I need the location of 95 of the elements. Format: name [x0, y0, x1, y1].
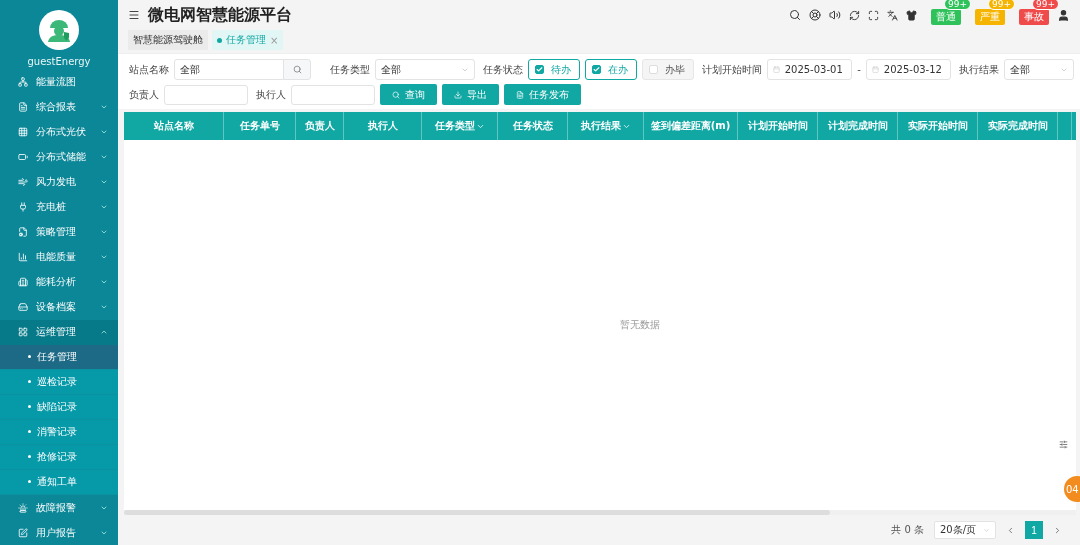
column-header: 实际完成时间: [978, 112, 1058, 140]
column-header: 任务单号: [224, 112, 296, 140]
calendar-icon: [871, 66, 879, 73]
column-header: 负责人: [296, 112, 344, 140]
siren-icon: [18, 502, 28, 513]
close-icon[interactable]: ×: [270, 34, 279, 46]
alert-count: 99+: [988, 0, 1015, 10]
status-checkbox[interactable]: 办毕: [641, 59, 694, 80]
search-icon: [392, 90, 400, 99]
nav-item[interactable]: 综合报表: [0, 94, 118, 120]
nav-item[interactable]: 策略管理: [0, 219, 118, 245]
nav-subitem[interactable]: 巡检记录: [0, 369, 118, 395]
alert-count: 99+: [1032, 0, 1059, 10]
action-button[interactable]: 导出: [442, 84, 499, 105]
next-page-icon[interactable]: [1053, 525, 1062, 535]
column-header: 任务类型: [422, 112, 498, 140]
building-icon: [18, 277, 28, 288]
action-button[interactable]: 任务发布: [504, 84, 581, 105]
date-separator: -: [857, 64, 861, 75]
chevron-down-icon: [983, 526, 990, 534]
page-tab[interactable]: 智慧能源驾驶舱: [128, 30, 208, 50]
field-label: 计划开始时间: [701, 62, 762, 77]
nav-subitem[interactable]: 通知工单: [0, 469, 118, 495]
worker-icon: [46, 18, 72, 42]
field-label: 负责人: [129, 87, 159, 102]
action-button[interactable]: 查询: [380, 84, 437, 105]
column-header: 站点名称: [124, 112, 224, 140]
menu-icon[interactable]: [128, 9, 140, 21]
sliders-icon[interactable]: [1059, 440, 1068, 449]
nav-item[interactable]: 电能质量: [0, 244, 118, 270]
result-select[interactable]: 全部: [1004, 59, 1074, 80]
column-header: 任务状态: [498, 112, 568, 140]
file-gear-icon: [18, 227, 28, 238]
calendar-icon: [772, 66, 780, 73]
nav-item[interactable]: 用户报告: [0, 520, 118, 545]
field-label: 任务类型: [330, 62, 371, 77]
date-field[interactable]: 2025-03-12: [865, 59, 952, 80]
search-icon: [292, 65, 302, 74]
plug-icon: [18, 202, 28, 213]
nav-subitem[interactable]: 任务管理: [0, 344, 118, 370]
nav-item[interactable]: 分布式光伏: [0, 119, 118, 145]
status-checkbox[interactable]: 待办: [527, 59, 580, 80]
drive-icon: [18, 302, 28, 313]
alert-badge[interactable]: 普通: [931, 9, 961, 25]
nav-item[interactable]: 设备档案: [0, 294, 118, 320]
nav-item[interactable]: 充电桩: [0, 194, 118, 220]
alert-count: 99+: [944, 0, 971, 10]
bar-chart-icon: [18, 252, 28, 263]
field-label: 执行人: [256, 87, 286, 102]
date-field[interactable]: 2025-03-01: [766, 59, 853, 80]
lifebuoy-icon[interactable]: [809, 9, 821, 21]
battery-icon: [18, 151, 28, 162]
total-count: 共 0 条: [891, 523, 924, 537]
column-header: 计划完成时间: [818, 112, 898, 140]
search-icon[interactable]: [789, 9, 801, 21]
text-size-icon[interactable]: [887, 9, 898, 21]
document-icon: [18, 101, 28, 112]
edit-icon: [18, 527, 28, 538]
app-title: 微电网智慧能源平台: [148, 4, 292, 26]
column-header: 实际开始时间: [898, 112, 978, 140]
nav-item[interactable]: 故障报警: [0, 495, 118, 520]
nav-subitem[interactable]: 抢修记录: [0, 444, 118, 470]
hierarchy-icon: [18, 76, 28, 87]
field-label: 站点名称: [129, 62, 169, 77]
nav-subitem[interactable]: 消警记录: [0, 419, 118, 445]
column-header: 执行人: [344, 112, 422, 140]
column-header: 执行结果: [568, 112, 644, 140]
column-header: 计划开始时间: [738, 112, 818, 140]
nav-item[interactable]: 运维管理: [0, 319, 118, 345]
speaker-icon[interactable]: [829, 9, 841, 21]
prev-page-icon[interactable]: [1006, 525, 1015, 535]
username: guestEnergy: [27, 56, 91, 67]
column-header: 签到偏差距离(m): [644, 112, 738, 140]
fullscreen-icon[interactable]: [868, 9, 879, 21]
nav-item[interactable]: 风力发电: [0, 169, 118, 195]
page-button[interactable]: 1: [1025, 521, 1043, 539]
task-type-select[interactable]: 全部: [375, 59, 475, 80]
nav-item[interactable]: 分布式储能: [0, 144, 118, 170]
page-size-select[interactable]: 20条/页: [934, 521, 996, 539]
nav-item[interactable]: 能量流图: [0, 69, 118, 95]
field-label: 执行结果: [959, 62, 1000, 77]
nav-item[interactable]: 能耗分析: [0, 269, 118, 295]
document-icon: [516, 90, 524, 99]
refresh-icon[interactable]: [849, 9, 860, 21]
owner-input[interactable]: [164, 84, 248, 105]
shirt-icon[interactable]: [906, 9, 917, 21]
user-icon[interactable]: [1057, 8, 1070, 22]
alert-badge[interactable]: 事故: [1019, 9, 1049, 25]
executor-input[interactable]: [291, 84, 375, 105]
download-icon: [454, 90, 462, 99]
empty-message: 暂无数据: [620, 318, 660, 332]
nav-subitem[interactable]: 缺陷记录: [0, 394, 118, 420]
status-checkbox[interactable]: 在办: [584, 59, 637, 80]
field-label: 任务状态: [482, 62, 523, 77]
page-tab[interactable]: 任务管理 ×: [212, 30, 284, 50]
